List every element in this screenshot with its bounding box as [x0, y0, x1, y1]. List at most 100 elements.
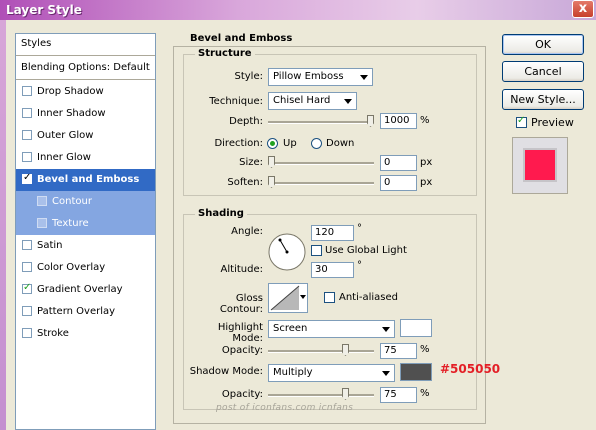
- blending-options-item[interactable]: Blending Options: Default: [16, 58, 155, 80]
- soften-slider[interactable]: [268, 176, 374, 188]
- depth-slider-track: [268, 121, 374, 124]
- gloss-contour-label: Gloss Contour:: [219, 293, 263, 315]
- shadow-mode-select[interactable]: Multiply: [268, 364, 395, 382]
- style-item-bevel-and-emboss[interactable]: Bevel and Emboss: [16, 169, 155, 191]
- style-item-stroke[interactable]: Stroke: [16, 323, 155, 345]
- shadow-color-annotation: #505050: [440, 362, 501, 376]
- depth-slider-thumb[interactable]: [367, 115, 374, 127]
- highlight-opacity-slider[interactable]: [268, 344, 374, 356]
- soften-slider-thumb[interactable]: [268, 176, 275, 188]
- style-item-checkbox[interactable]: [22, 262, 32, 272]
- style-item-pattern-overlay[interactable]: Pattern Overlay: [16, 301, 155, 323]
- angle-dial[interactable]: [267, 232, 307, 272]
- shadow-opacity-track: [268, 394, 374, 397]
- style-item-label: Gradient Overlay: [37, 284, 123, 295]
- highlight-opacity-unit: %: [420, 344, 430, 355]
- styles-list-header[interactable]: Styles: [16, 34, 155, 56]
- size-input[interactable]: 0: [380, 155, 417, 171]
- styles-list: Styles Blending Options: Default Drop Sh…: [15, 33, 156, 430]
- highlight-opacity-track: [268, 350, 374, 353]
- direction-up-label: Up: [283, 138, 297, 149]
- preview-checkbox[interactable]: [516, 115, 527, 128]
- style-item-checkbox[interactable]: [37, 196, 47, 206]
- technique-select[interactable]: Chisel Hard: [268, 92, 357, 110]
- angle-unit: °: [357, 223, 362, 234]
- bevel-emboss-title: Bevel and Emboss: [190, 33, 293, 44]
- use-global-light-checkbox[interactable]: [311, 245, 322, 256]
- cancel-button[interactable]: Cancel: [502, 61, 584, 82]
- chevron-down-icon: [360, 75, 368, 80]
- style-item-checkbox[interactable]: [22, 86, 32, 96]
- layer-style-dialog: Layer Style x Styles Blending Options: D…: [0, 0, 596, 430]
- highlight-mode-label: Highlight Mode:: [217, 322, 263, 344]
- style-item-satin[interactable]: Satin: [16, 235, 155, 257]
- chevron-down-icon: [382, 327, 390, 332]
- contour-curve-icon: [270, 285, 306, 311]
- style-item-inner-shadow[interactable]: Inner Shadow: [16, 103, 155, 125]
- angle-input[interactable]: 120: [311, 225, 354, 241]
- angle-label: Angle:: [231, 226, 263, 237]
- size-slider-thumb[interactable]: [268, 156, 275, 168]
- depth-slider[interactable]: [268, 115, 374, 127]
- style-item-checkbox[interactable]: [22, 130, 32, 140]
- shadow-opacity-input[interactable]: 75: [380, 387, 417, 403]
- soften-label: Soften:: [227, 177, 263, 188]
- chevron-down-icon: [382, 371, 390, 376]
- highlight-color-swatch[interactable]: [400, 319, 432, 337]
- ok-button[interactable]: OK: [502, 34, 584, 55]
- style-select[interactable]: Pillow Emboss: [268, 68, 373, 86]
- highlight-opacity-input[interactable]: 75: [380, 343, 417, 359]
- style-item-checkbox[interactable]: [22, 306, 32, 316]
- shadow-opacity-thumb[interactable]: [342, 388, 349, 400]
- style-item-checkbox[interactable]: [22, 240, 32, 250]
- structure-label: Structure: [195, 48, 255, 59]
- use-global-light-label: Use Global Light: [325, 245, 407, 256]
- anti-aliased-checkbox[interactable]: [324, 292, 335, 303]
- style-item-color-overlay[interactable]: Color Overlay: [16, 257, 155, 279]
- size-unit: px: [420, 157, 433, 168]
- direction-down-radio[interactable]: [311, 138, 322, 149]
- style-item-drop-shadow[interactable]: Drop Shadow: [16, 81, 155, 103]
- style-item-checkbox[interactable]: [22, 282, 32, 294]
- soften-input[interactable]: 0: [380, 175, 417, 191]
- shadow-opacity-slider[interactable]: [268, 388, 374, 400]
- style-item-outer-glow[interactable]: Outer Glow: [16, 125, 155, 147]
- title-bar[interactable]: Layer Style x: [0, 0, 596, 20]
- style-item-texture[interactable]: Texture: [16, 213, 155, 235]
- direction-up-radio[interactable]: [267, 138, 278, 149]
- style-item-label: Satin: [37, 240, 63, 251]
- style-item-label: Color Overlay: [37, 262, 106, 273]
- style-item-checkbox[interactable]: [37, 218, 47, 228]
- direction-label: Direction:: [214, 138, 263, 149]
- size-slider-track: [268, 162, 374, 165]
- style-item-contour[interactable]: Contour: [16, 191, 155, 213]
- size-label: Size:: [239, 157, 263, 168]
- highlight-opacity-thumb[interactable]: [342, 344, 349, 356]
- style-item-checkbox[interactable]: [22, 108, 32, 118]
- direction-down-label: Down: [326, 138, 355, 149]
- depth-input[interactable]: 1000: [380, 113, 417, 129]
- altitude-label: Altitude:: [220, 264, 263, 275]
- style-item-label: Bevel and Emboss: [37, 174, 140, 185]
- new-style-button[interactable]: New Style...: [502, 89, 584, 110]
- altitude-input[interactable]: 30: [311, 262, 354, 278]
- style-item-label: Drop Shadow: [37, 86, 104, 97]
- shadow-mode-label: Shadow Mode:: [189, 366, 263, 377]
- altitude-unit: °: [357, 260, 362, 271]
- style-item-inner-glow[interactable]: Inner Glow: [16, 147, 155, 169]
- style-item-label: Outer Glow: [37, 130, 94, 141]
- size-slider[interactable]: [268, 156, 374, 168]
- style-item-gradient-overlay[interactable]: Gradient Overlay: [16, 279, 155, 301]
- close-button[interactable]: x: [572, 0, 594, 18]
- style-item-checkbox[interactable]: [22, 328, 32, 338]
- shadow-opacity-label: Opacity:: [221, 389, 263, 400]
- technique-select-value: Chisel Hard: [273, 95, 331, 106]
- style-item-checkbox[interactable]: [22, 152, 32, 162]
- style-item-checkbox[interactable]: [22, 172, 32, 184]
- desktop-edge: [0, 20, 6, 430]
- highlight-mode-select[interactable]: Screen: [268, 320, 395, 338]
- preview-label: Preview: [531, 116, 574, 129]
- gloss-contour-picker[interactable]: [268, 283, 308, 313]
- shadow-color-swatch[interactable]: [400, 363, 432, 381]
- highlight-opacity-label: Opacity:: [221, 345, 263, 356]
